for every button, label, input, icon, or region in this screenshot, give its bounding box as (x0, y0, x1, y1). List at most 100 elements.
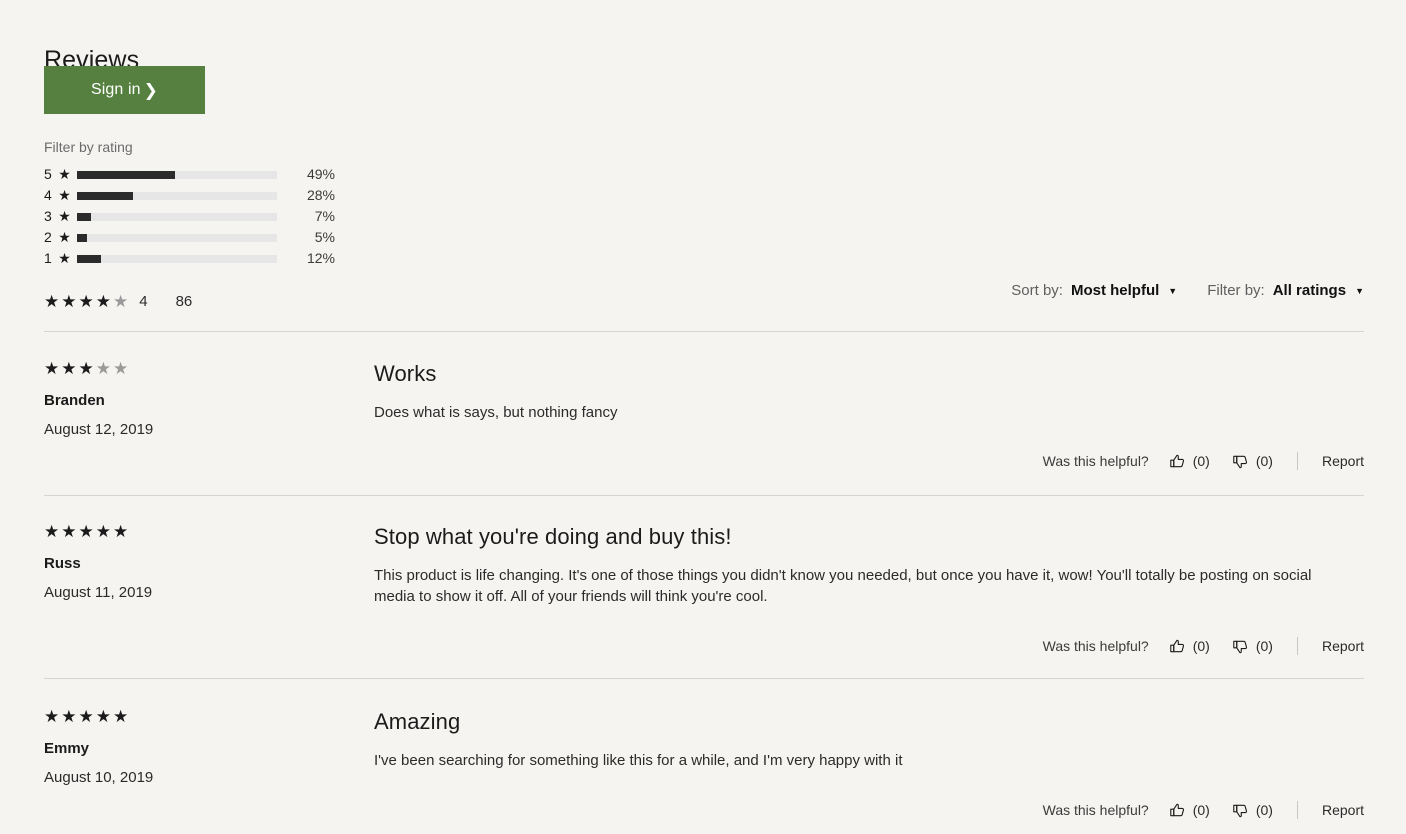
filter-by-value: All ratings (1272, 281, 1347, 299)
star-icon: ★ (113, 359, 129, 378)
sign-in-label: Sign in (91, 81, 141, 98)
star-icon: ★ (95, 359, 111, 378)
star-icon: ★ (58, 229, 71, 245)
helpful-question: Was this helpful? (1042, 453, 1149, 469)
report-button[interactable]: Report (1322, 453, 1364, 469)
thumbs-up-icon (1169, 453, 1186, 470)
rating-filter-stars-4: 4 (44, 187, 52, 203)
chevron-down-icon: ▼ (1355, 286, 1364, 296)
reviews-page: Reviews Sign in ❯ Filter by rating 5 ★ 49%… (0, 0, 1406, 834)
divider-vertical (1296, 801, 1298, 819)
review-date: August 10, 2019 (44, 769, 154, 786)
review-title: Stop what you're doing and buy this! (374, 524, 732, 549)
rating-filter-row-5[interactable]: 5 ★ 49% (44, 164, 347, 185)
chevron-right-icon: ❯ (143, 80, 158, 100)
star-icon: ★ (95, 707, 111, 726)
rating-percent-3: 7% (314, 208, 335, 224)
rating-percent-1: 12% (306, 250, 335, 266)
thumbs-down-count: (0) (1255, 638, 1273, 654)
review-body: Works Does what is says, but nothing fanc… (374, 360, 1349, 423)
aggregate-stars: ★ ★ ★ ★ ★ (44, 293, 130, 310)
star-icon: ★ (113, 707, 129, 726)
star-icon: ★ (44, 359, 60, 378)
review-author: Branden (44, 392, 105, 409)
helpful-question: Was this helpful? (1042, 802, 1149, 818)
thumbs-up-count: (0) (1192, 802, 1210, 818)
review-body: Amazing I've been searching for something… (374, 708, 1349, 771)
review-stars: ★ ★ ★ ★ ★ (44, 523, 130, 540)
sort-by-select[interactable]: Most helpful ▼ (1071, 282, 1177, 299)
aggregate-review-count: 86 (175, 292, 193, 310)
divider-vertical (1296, 452, 1298, 470)
report-button[interactable]: Report (1322, 802, 1364, 818)
rating-filter-stars-1: 1 (44, 250, 52, 266)
review-helpful-row: Was this helpful? (0) (0) Report (1043, 635, 1364, 657)
rating-filter-row-4[interactable]: 4 ★ 28% (44, 185, 347, 206)
rating-bar-track (77, 191, 277, 200)
rating-percent-5: 49% (306, 166, 335, 182)
star-icon: ★ (58, 166, 71, 182)
star-icon: ★ (95, 291, 111, 311)
rating-filter-stars-2: 2 (44, 229, 52, 245)
thumbs-down-button[interactable]: (0) (1232, 453, 1273, 470)
review-author: Russ (44, 555, 81, 572)
rating-filter-row-1[interactable]: 1 ★ 12% (44, 248, 347, 269)
sort-by-label: Sort by: (1011, 281, 1063, 299)
review-title: Works (374, 361, 437, 386)
thumbs-down-button[interactable]: (0) (1232, 802, 1273, 819)
aggregate-rating-value: 4 (139, 292, 148, 310)
rating-filter-row-3[interactable]: 3 ★ 7% (44, 206, 347, 227)
star-icon: ★ (78, 522, 94, 541)
star-icon: ★ (113, 291, 129, 311)
review-meta: ★ ★ ★ ★ ★ Russ August 11, 2019 (44, 523, 344, 603)
review-title: Amazing (374, 709, 461, 734)
rating-filter-row-2[interactable]: 2 ★ 5% (44, 227, 347, 248)
thumbs-down-count: (0) (1255, 802, 1273, 818)
star-icon: ★ (44, 707, 60, 726)
review-rating: ★ ★ ★ ★ ★ (44, 523, 344, 545)
thumbs-down-icon (1232, 802, 1249, 819)
thumbs-up-button[interactable]: (0) (1169, 802, 1210, 819)
rating-histogram: 5 ★ 49% 4 ★ 28% 3 ★ 7% 2 ★ 5% 1 ★ 12% (44, 164, 347, 269)
review-helpful-row: Was this helpful? (0) (0) Report (1043, 450, 1364, 472)
rating-percent-4: 28% (306, 187, 335, 203)
thumbs-down-button[interactable]: (0) (1232, 638, 1273, 655)
thumbs-up-button[interactable]: (0) (1169, 453, 1210, 470)
star-icon: ★ (78, 707, 94, 726)
star-icon: ★ (61, 707, 77, 726)
star-icon: ★ (58, 187, 71, 203)
review-meta: ★ ★ ★ ★ ★ Branden August 12, 2019 (44, 360, 344, 440)
star-icon: ★ (44, 291, 60, 311)
rating-bar-fill (77, 170, 175, 179)
sign-in-button[interactable]: Sign in ❯ (44, 66, 205, 114)
rating-bar-track (77, 170, 277, 179)
star-icon: ★ (58, 250, 71, 266)
star-icon: ★ (61, 522, 77, 541)
review-divider (44, 495, 1364, 496)
thumbs-down-count: (0) (1255, 453, 1273, 469)
thumbs-up-count: (0) (1192, 453, 1210, 469)
review-text: Does what is says, but nothing fancy (374, 404, 618, 421)
thumbs-up-button[interactable]: (0) (1169, 638, 1210, 655)
helpful-question: Was this helpful? (1042, 638, 1149, 654)
review-text: I've been searching for something like t… (374, 752, 903, 769)
star-icon: ★ (78, 359, 94, 378)
star-icon: ★ (61, 359, 77, 378)
review-stars: ★ ★ ★ ★ ★ (44, 360, 130, 377)
aggregate-rating: ★ ★ ★ ★ ★ 4 86 (44, 289, 192, 313)
star-icon: ★ (113, 522, 129, 541)
thumbs-up-icon (1169, 802, 1186, 819)
report-button[interactable]: Report (1322, 638, 1364, 654)
review-meta: ★ ★ ★ ★ ★ Emmy August 10, 2019 (44, 708, 344, 788)
star-icon: ★ (78, 291, 94, 311)
review-rating: ★ ★ ★ ★ ★ (44, 708, 344, 730)
rating-filter-stars-5: 5 (44, 166, 52, 182)
filter-by-label: Filter by: (1207, 281, 1265, 299)
review-stars: ★ ★ ★ ★ ★ (44, 708, 130, 725)
rating-bar-fill (77, 191, 133, 200)
star-icon: ★ (44, 522, 60, 541)
thumbs-up-count: (0) (1192, 638, 1210, 654)
filter-by-select[interactable]: All ratings ▼ (1273, 282, 1364, 299)
rating-bar-fill (77, 212, 91, 221)
review-body: Stop what you're doing and buy this! This… (374, 523, 1349, 607)
